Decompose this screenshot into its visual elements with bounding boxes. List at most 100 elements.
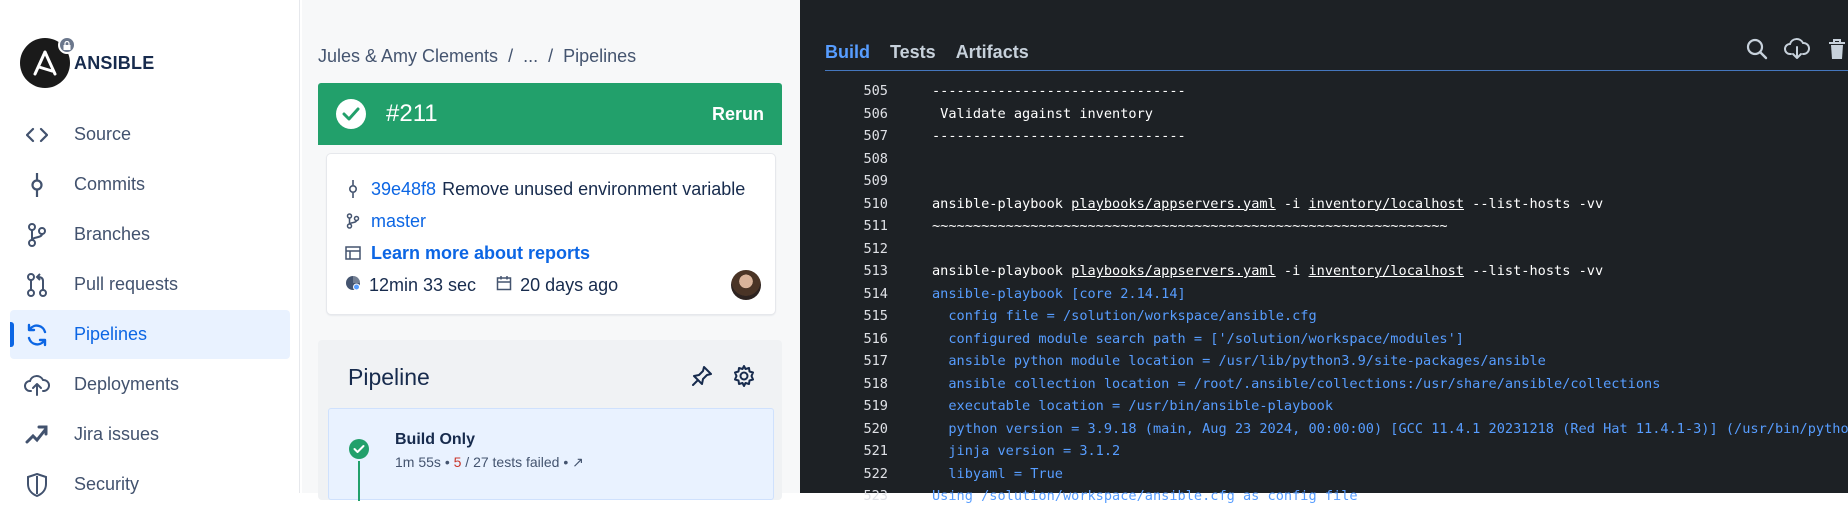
- sidebar: ANSIBLE Source Commits Branches Pull req…: [0, 0, 300, 497]
- search-icon[interactable]: [1744, 36, 1770, 62]
- log-line: 512: [800, 238, 1848, 261]
- log-line-number: 512: [863, 240, 888, 257]
- pin-icon[interactable]: [690, 364, 716, 390]
- sidebar-item-label: Source: [74, 124, 132, 144]
- download-icon[interactable]: [1784, 36, 1810, 62]
- log-line-text: python version = 3.9.18 (main, Aug 23 20…: [932, 420, 1848, 437]
- tests-summary: / 27 tests failed: [465, 454, 560, 470]
- failed-tests-count: 5: [453, 454, 462, 470]
- tab-artifacts[interactable]: Artifacts: [956, 42, 1029, 71]
- log-line-number: 518: [863, 375, 888, 392]
- separator-dot: •: [444, 454, 450, 470]
- pipeline-title: Pipeline: [348, 364, 430, 390]
- log-line-text: ansible python module location = /usr/li…: [932, 353, 1546, 369]
- rerun-button[interactable]: Rerun: [712, 104, 764, 125]
- brand[interactable]: ANSIBLE: [20, 36, 155, 88]
- commit-icon: [345, 180, 361, 198]
- log-line: 519 executable location = /usr/bin/ansib…: [800, 395, 1848, 418]
- sidebar-item-commits[interactable]: Commits: [10, 160, 290, 209]
- external-link-icon[interactable]: ↗: [572, 454, 584, 470]
- log-line: 508: [800, 148, 1848, 171]
- gear-icon[interactable]: [732, 364, 758, 390]
- commit-message: Remove unused environment variable: [442, 178, 746, 199]
- ansible-logo-icon: [20, 36, 76, 88]
- branch-icon: [24, 222, 50, 248]
- log-tabs: Build Tests Artifacts: [825, 42, 1029, 71]
- run-status-bar: #211 Rerun: [318, 83, 782, 145]
- step-meta: 1m 55s • 5 / 27 tests failed • ↗: [395, 454, 584, 471]
- log-line: 514 ansible-playbook [core 2.14.14]: [800, 283, 1848, 306]
- sidebar-item-branches[interactable]: Branches: [10, 210, 290, 259]
- log-line: 511 ~~~~~~~~~~~~~~~~~~~~~~~~~~~~~~~~~~~~~…: [800, 215, 1848, 238]
- log-line: 518 ansible collection location = /root/…: [800, 373, 1848, 396]
- sidebar-item-deployments[interactable]: Deployments: [10, 360, 290, 409]
- breadcrumb-ellipsis[interactable]: ...: [523, 46, 538, 67]
- clock-icon: [345, 275, 361, 296]
- tab-build[interactable]: Build: [825, 42, 870, 71]
- sidebar-item-security[interactable]: Security: [10, 460, 290, 509]
- breadcrumb: Jules & Amy Clements / ... / Pipelines: [318, 46, 636, 67]
- log-line: 509: [800, 170, 1848, 193]
- tab-underline: [825, 70, 1848, 71]
- breadcrumb-separator: /: [508, 46, 514, 66]
- log-line-number: 521: [863, 443, 888, 459]
- branch-link[interactable]: master: [371, 211, 426, 232]
- log-line-number: 515: [863, 308, 888, 324]
- log-line-number: 507: [863, 128, 888, 144]
- tab-tests[interactable]: Tests: [890, 42, 936, 71]
- sidebar-item-source[interactable]: Source: [10, 110, 290, 159]
- breadcrumb-workspace[interactable]: Jules & Amy Clements: [318, 46, 498, 67]
- run-date: 20 days ago: [520, 274, 619, 295]
- log-line: 507 -------------------------------: [800, 125, 1848, 148]
- log-line-text: ansible-playbook playbooks/appservers.ya…: [932, 195, 1604, 212]
- code-icon: [24, 122, 50, 148]
- log-line-number: 511: [863, 218, 888, 234]
- trash-icon[interactable]: [1824, 36, 1848, 62]
- log-line-number: 523: [863, 488, 888, 504]
- run-meta-row: 12min 33 sec 20 days ago: [345, 269, 775, 301]
- log-line-text: ansible-playbook [core 2.14.14]: [932, 285, 1186, 302]
- reports-link[interactable]: Learn more about reports: [371, 243, 590, 264]
- log-line: 506 Validate against inventory: [800, 103, 1848, 126]
- log-line-text: -------------------------------: [932, 128, 1186, 144]
- log-line-number: 520: [863, 420, 888, 437]
- pipeline-step-build-only[interactable]: Build Only 1m 55s • 5 / 27 tests failed …: [328, 408, 774, 501]
- breadcrumb-current[interactable]: Pipelines: [563, 46, 636, 67]
- pipelines-icon: [24, 322, 50, 348]
- pipeline-summary-column: Jules & Amy Clements / ... / Pipelines #…: [302, 0, 800, 501]
- log-line: 523 Using /solution/workspace/ansible.cfg…: [800, 485, 1848, 508]
- pipeline-card: Pipeline Build Only 1m 55s • 5 / 27 test…: [318, 340, 782, 501]
- log-line-text: jinja version = 3.1.2: [932, 443, 1121, 459]
- commit-hash-link[interactable]: 39e48f8: [371, 179, 436, 200]
- log-line-number: 510: [863, 195, 888, 212]
- sidebar-item-label: Security: [74, 474, 140, 494]
- log-output: 505 ------------------------------- 506 Va…: [800, 80, 1848, 508]
- sidebar-nav: Source Commits Branches Pull requests Pi…: [10, 110, 290, 510]
- log-line-number: 506: [863, 105, 888, 122]
- log-line: 505 -------------------------------: [800, 80, 1848, 103]
- log-line-text: ansible collection location = /root/.ans…: [932, 375, 1661, 392]
- log-line-number: 509: [863, 173, 888, 189]
- log-line-text: -------------------------------: [932, 83, 1186, 99]
- branch-icon: [345, 213, 361, 229]
- log-line: 521 jinja version = 3.1.2: [800, 440, 1848, 463]
- shield-icon: [24, 472, 50, 498]
- log-line-text: executable location = /usr/bin/ansible-p…: [932, 398, 1334, 414]
- brand-name: ANSIBLE: [74, 52, 155, 73]
- log-line-text: Validate against inventory: [932, 105, 1153, 122]
- log-line: 520 python version = 3.9.18 (main, Aug 2…: [800, 418, 1848, 441]
- sidebar-item-pipelines[interactable]: Pipelines: [10, 310, 290, 359]
- avatar[interactable]: [731, 270, 761, 300]
- reports-row: Learn more about reports: [345, 237, 775, 269]
- log-line-number: 513: [863, 263, 888, 279]
- log-line-number: 522: [863, 465, 888, 482]
- sidebar-item-label: Commits: [74, 174, 145, 194]
- log-line-text: config file = /solution/workspace/ansibl…: [932, 308, 1317, 324]
- sidebar-item-pull-requests[interactable]: Pull requests: [10, 260, 290, 309]
- log-line: 516 configured module search path = ['/s…: [800, 328, 1848, 351]
- jira-icon: [24, 422, 50, 448]
- step-connector: [358, 461, 360, 501]
- step-duration: 1m 55s: [395, 454, 441, 470]
- sidebar-item-jira-issues[interactable]: Jira issues: [10, 410, 290, 459]
- log-line-number: 519: [863, 398, 888, 414]
